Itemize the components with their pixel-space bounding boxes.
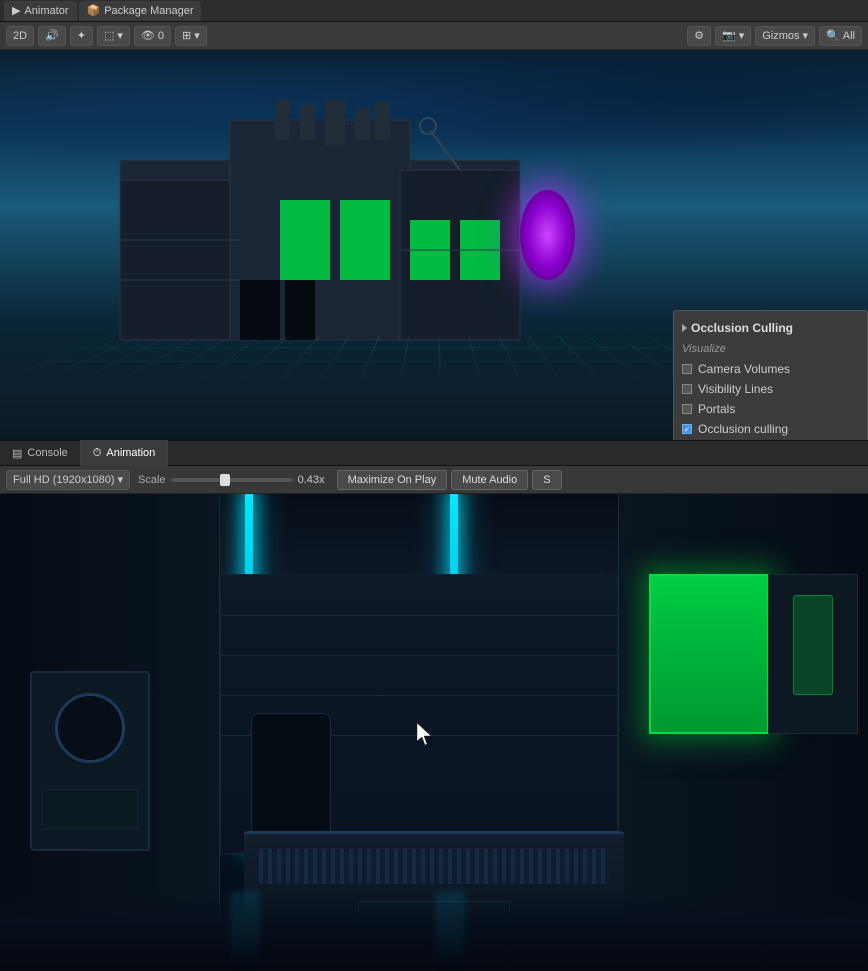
portals-label: Portals [698, 402, 735, 416]
package-icon: 📦 [87, 4, 101, 17]
occlusion-culling-checkbox[interactable] [682, 424, 692, 434]
scene-toolbar: 2D 🔊 ✦ ⬚ ▾ 👁 0 ⊞ ▾ ⚙ 📷 ▾ Gizmos ▾ 🔍 All [0, 22, 868, 50]
machine-detail [42, 789, 138, 829]
stats-button[interactable]: S [532, 470, 561, 490]
zero-label: 0 [158, 30, 164, 42]
back-wall [220, 574, 618, 854]
eye-icon: 👁 [141, 29, 155, 42]
wall-line-2 [221, 655, 617, 656]
light-reflection-2 [435, 891, 465, 971]
occlusion-culling-label: Occlusion culling [698, 422, 788, 436]
effects-button[interactable]: ✦ [70, 26, 93, 46]
package-manager-tab[interactable]: 📦 Package Manager [79, 1, 202, 21]
chevron-camera-icon: ▾ [739, 29, 745, 42]
green-panel-screen [651, 576, 767, 732]
panel-divider: ▤ Console ⏱ Animation [0, 440, 868, 466]
occlusion-culling-dropdown: Occlusion Culling Visualize Camera Volum… [673, 310, 868, 440]
play-controls: Full HD (1920x1080) ▾ Scale 0.43x Maximi… [0, 466, 868, 494]
audio-icon: 🔊 [45, 29, 59, 42]
green-panel-1 [649, 574, 769, 734]
scene-effects-btn[interactable]: ⬚ ▾ [97, 26, 130, 46]
all-label: All [843, 30, 855, 42]
wall-line-3 [221, 695, 617, 696]
scale-value: 0.43x [298, 474, 333, 486]
gizmos-dropdown[interactable]: Gizmos ▾ [755, 26, 815, 46]
animator-tab[interactable]: ▶ Animator [4, 1, 77, 21]
resolution-chevron-icon: ▾ [118, 473, 124, 486]
scale-thumb[interactable] [220, 474, 230, 486]
maximize-label: Maximize On Play [348, 474, 437, 486]
2d-button[interactable]: 2D [6, 26, 34, 46]
portals-item[interactable]: Portals [674, 399, 867, 419]
visibility-lines-item[interactable]: Visibility Lines [674, 379, 867, 399]
floor [0, 891, 868, 971]
mute-audio-button[interactable]: Mute Audio [451, 470, 528, 490]
building-structure [80, 100, 560, 360]
keyboard-surface [259, 849, 609, 884]
occlusion-culling-item[interactable]: Occlusion culling [674, 419, 867, 439]
resolution-label: Full HD (1920x1080) [13, 474, 115, 486]
animator-tab-label: Animator [24, 5, 68, 17]
portals-checkbox[interactable] [682, 404, 692, 414]
animation-tab-label: Animation [106, 447, 155, 459]
maximize-on-play-button[interactable]: Maximize On Play [337, 470, 448, 490]
resolution-dropdown[interactable]: Full HD (1920x1080) ▾ [6, 470, 130, 490]
settings-icon: ⚙ [694, 29, 704, 42]
figure-panel [768, 574, 858, 734]
stats-label: S [543, 474, 550, 486]
visualize-label: Visualize [674, 339, 867, 359]
camera-volumes-item[interactable]: Camera Volumes [674, 359, 867, 379]
layers-btn[interactable]: 👁 0 [134, 26, 171, 46]
camera-volumes-checkbox[interactable] [682, 364, 692, 374]
purple-portal [520, 190, 575, 280]
search-icon-btn[interactable]: 🔍 All [819, 26, 862, 46]
audio-button[interactable]: 🔊 [38, 26, 66, 46]
left-machine [30, 671, 150, 851]
scale-slider[interactable] [172, 478, 292, 482]
grid-chevron-icon: ▾ [194, 29, 200, 42]
circular-element [55, 693, 125, 763]
visibility-lines-label: Visibility Lines [698, 382, 773, 396]
animation-tab[interactable]: ⏱ Animation [81, 440, 169, 466]
chevron-down-icon: ▾ [117, 29, 123, 42]
gizmos-label: Gizmos [762, 30, 799, 42]
settings-button[interactable]: ⚙ [687, 26, 711, 46]
visibility-lines-checkbox[interactable] [682, 384, 692, 394]
package-manager-tab-label: Package Manager [104, 5, 193, 17]
occlusion-title: Occlusion Culling [691, 321, 793, 335]
scene-viewport[interactable]: Occlusion Culling Visualize Camera Volum… [0, 50, 868, 440]
mouse-cursor [417, 723, 433, 748]
scale-label: Scale [138, 474, 166, 486]
console-tab[interactable]: ▤ Console [0, 440, 81, 466]
camera-dropdown[interactable]: 📷 ▾ [715, 26, 751, 46]
scale-container: Scale 0.43x [138, 474, 333, 486]
cursor-icon [417, 723, 433, 745]
camera-volumes-label: Camera Volumes [698, 362, 790, 376]
effects-icon: ✦ [77, 29, 86, 42]
mute-label: Mute Audio [462, 474, 517, 486]
grid-btn[interactable]: ⊞ ▾ [175, 26, 207, 46]
console-tab-label: Console [27, 447, 67, 459]
clock-icon: ⏱ [93, 447, 102, 460]
scene-icon: ⬚ [104, 29, 114, 42]
top-tab-bar: ▶ Animator 📦 Package Manager [0, 0, 868, 22]
occlusion-header: Occlusion Culling [674, 317, 867, 339]
dropdown-triangle-icon [682, 324, 687, 332]
grid-icon: ⊞ [182, 29, 191, 42]
light-reflection-1 [230, 891, 260, 971]
console-icon: ▤ [12, 447, 22, 460]
game-viewport[interactable] [0, 494, 868, 971]
camera-icon: 📷 [722, 29, 736, 42]
animator-icon: ▶ [12, 4, 20, 17]
search-icon: 🔍 [826, 29, 840, 42]
wall-line-1 [221, 615, 617, 616]
figure-silhouette [793, 595, 833, 695]
gizmos-chevron-icon: ▾ [803, 29, 809, 42]
2d-label: 2D [13, 30, 27, 42]
